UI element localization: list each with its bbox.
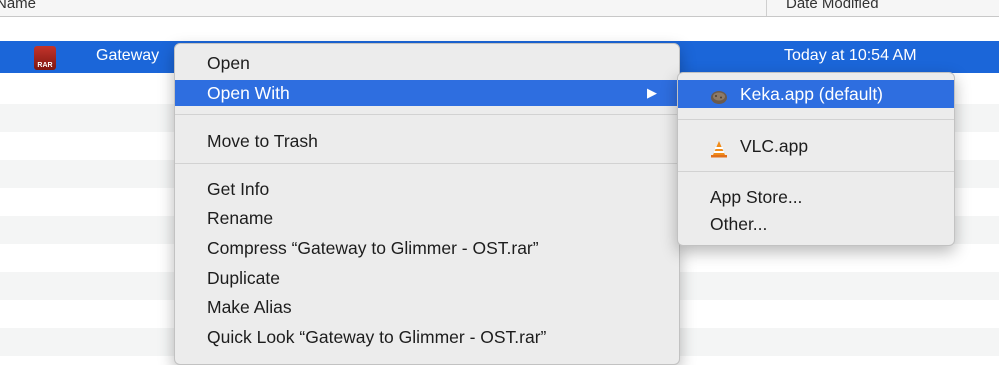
date-modified-column-header[interactable]: Date Modified (786, 0, 879, 12)
menu-separator (175, 114, 679, 115)
submenu-item-keka[interactable]: Keka.app (default) (678, 80, 954, 108)
keka-icon (710, 86, 728, 104)
submenu-separator (678, 171, 954, 172)
column-divider[interactable] (766, 0, 767, 16)
file-name: Gateway (96, 47, 160, 64)
name-column-header[interactable]: Name (0, 0, 36, 12)
rar-archive-icon: RAR (34, 46, 56, 70)
column-header: Name Date Modified (0, 0, 999, 17)
open-with-submenu: Keka.app (default) VLC.app App Store... … (677, 72, 955, 246)
submenu-separator (678, 119, 954, 120)
menu-item-open[interactable]: Open (175, 50, 679, 76)
menu-item-quick-look[interactable]: Quick Look “Gateway to Glimmer - OST.rar… (175, 324, 679, 350)
submenu-item-keka-label: Keka.app (default) (740, 84, 884, 104)
menu-item-get-info[interactable]: Get Info (175, 176, 679, 202)
submenu-item-vlc-label: VLC.app (740, 136, 809, 156)
menu-separator (175, 163, 679, 164)
menu-item-duplicate[interactable]: Duplicate (175, 265, 679, 291)
menu-item-move-to-trash[interactable]: Move to Trash (175, 128, 679, 154)
submenu-item-other[interactable]: Other... (678, 210, 954, 238)
menu-item-make-alias[interactable]: Make Alias (175, 294, 679, 320)
submenu-item-app-store[interactable]: App Store... (678, 183, 954, 211)
vlc-cone-icon (710, 138, 728, 158)
rar-icon-label: RAR (37, 62, 53, 69)
context-menu: Open Open With ▶ Move to Trash Get Info … (174, 43, 680, 365)
submenu-item-other-label: Other... (710, 214, 768, 234)
submenu-arrow-icon: ▶ (647, 85, 657, 100)
menu-item-rename[interactable]: Rename (175, 205, 679, 231)
submenu-item-vlc[interactable]: VLC.app (678, 132, 954, 160)
menu-item-open-with-label: Open With (207, 83, 290, 103)
file-date-modified: Today at 10:54 AM (784, 47, 917, 64)
submenu-item-app-store-label: App Store... (710, 187, 803, 207)
menu-item-compress[interactable]: Compress “Gateway to Glimmer - OST.rar” (175, 235, 679, 261)
menu-item-open-with[interactable]: Open With ▶ (175, 80, 679, 106)
